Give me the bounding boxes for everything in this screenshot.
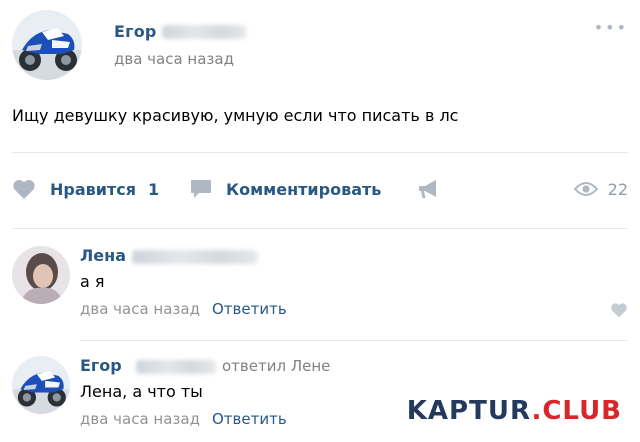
comment-timestamp[interactable]: два часа назад — [80, 410, 200, 428]
comment-button[interactable]: Комментировать — [190, 174, 381, 204]
more-dots-icon[interactable]: ••• — [594, 18, 628, 37]
share-button[interactable] — [418, 174, 442, 204]
post-author-name[interactable]: Егор — [114, 22, 157, 41]
comment-avatar[interactable] — [12, 246, 70, 304]
like-count: 1 — [148, 179, 160, 199]
speech-bubble-icon — [191, 180, 211, 198]
comment-author-name[interactable]: Лена — [80, 246, 126, 265]
comment-item: Лена а я два часа назад Ответить — [12, 246, 628, 326]
watermark-text-domain: .CLUB — [531, 396, 622, 426]
post-actions: Нравится 1 Комментировать 22 — [12, 174, 628, 204]
comment-text: Лена, а что ты — [80, 382, 203, 401]
reply-button[interactable]: Ответить — [212, 410, 287, 428]
post-timestamp[interactable]: два часа назад — [114, 50, 234, 68]
redacted-surname — [136, 360, 216, 374]
comment-meta: два часа назад Ответить — [80, 300, 287, 318]
views-count: 22 — [607, 179, 628, 199]
heart-icon — [13, 179, 35, 199]
like-label: Нравится — [50, 179, 137, 199]
heart-icon[interactable] — [610, 302, 628, 318]
girl-avatar-image — [12, 246, 70, 304]
comment-label: Комментировать — [226, 179, 382, 199]
comment-text: а я — [80, 272, 105, 291]
watermark-text-main: KAPTUR — [406, 396, 532, 426]
reply-to-label[interactable]: ответил Лене — [222, 357, 330, 375]
comment-timestamp[interactable]: два часа назад — [80, 300, 200, 318]
reply-button[interactable]: Ответить — [212, 300, 287, 318]
motorcycle-avatar-image — [12, 356, 70, 414]
avatar[interactable] — [12, 10, 82, 80]
redacted-surname — [162, 25, 246, 39]
views-counter: 22 — [573, 174, 628, 204]
like-button[interactable]: Нравится 1 — [12, 174, 159, 204]
divider — [12, 152, 628, 153]
post-header: Егор два часа назад ••• — [12, 10, 628, 80]
divider — [80, 340, 628, 341]
comment-author-name[interactable]: Егор — [80, 356, 122, 375]
post-text: Ищу девушку красивую, умную если что пис… — [12, 106, 459, 125]
wall-post: Егор два часа назад ••• Ищу девушку крас… — [0, 0, 640, 442]
comment-avatar[interactable] — [12, 356, 70, 414]
divider — [12, 228, 628, 229]
comment-meta: два часа назад Ответить — [80, 410, 287, 428]
eye-icon — [573, 182, 598, 196]
redacted-surname — [132, 250, 258, 264]
megaphone-icon — [419, 180, 436, 198]
watermark-logo: KAPTUR.CLUB — [398, 394, 630, 428]
motorcycle-avatar-image — [12, 10, 82, 80]
